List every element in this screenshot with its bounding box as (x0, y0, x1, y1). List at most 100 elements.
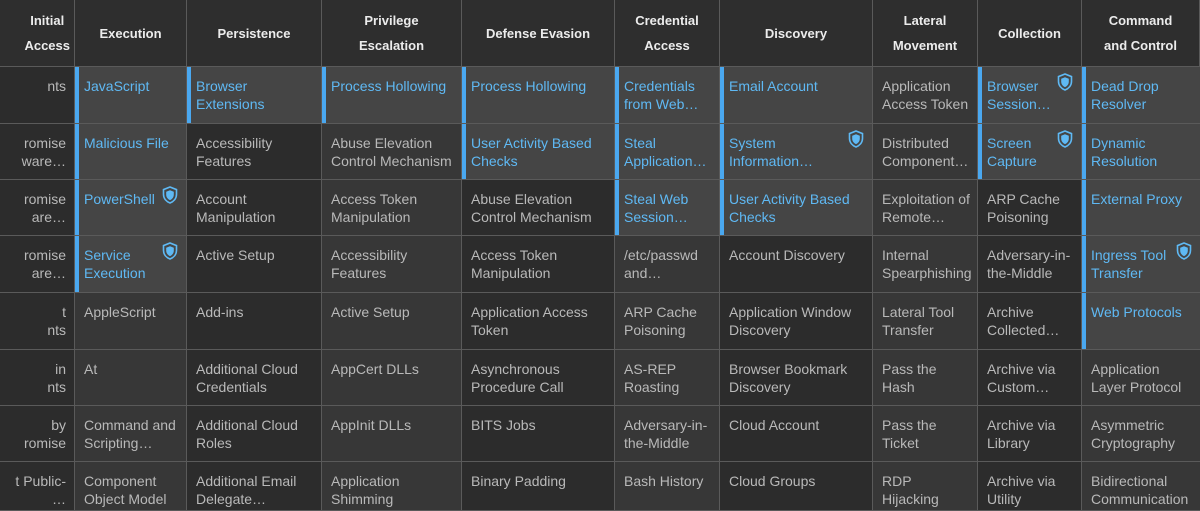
technique-cell[interactable]: Archive via Library (978, 406, 1082, 462)
technique-cell[interactable]: Lateral Tool Transfer (873, 293, 978, 350)
tactic-header-label: Discovery (764, 25, 828, 41)
technique-cell[interactable]: Account Manipulation (187, 180, 322, 236)
technique-label: Additional Cloud Credentials (196, 361, 298, 395)
tactic-header-label: Execution (99, 25, 162, 41)
technique-cell[interactable]: Browser Session… (978, 67, 1082, 124)
technique-cell[interactable]: t Public- … (0, 462, 75, 511)
technique-cell[interactable]: Accessibility Features (322, 236, 462, 293)
technique-cell[interactable]: Additional Cloud Credentials (187, 350, 322, 406)
technique-cell[interactable]: Browser Extensions (187, 67, 322, 124)
technique-cell[interactable]: Command and Scripting… (75, 406, 187, 462)
tactic-header-execution[interactable]: Execution (75, 0, 187, 67)
shield-icon (162, 242, 178, 260)
technique-cell[interactable]: ARP Cache Poisoning (615, 293, 720, 350)
technique-cell[interactable]: User Activity Based Checks (720, 180, 873, 236)
technique-cell[interactable]: PowerShell (75, 180, 187, 236)
technique-cell[interactable]: AppInit DLLs (322, 406, 462, 462)
technique-cell[interactable]: Dynamic Resolution (1082, 124, 1200, 180)
technique-cell[interactable]: Binary Padding (462, 462, 615, 511)
technique-cell[interactable]: Application Access Token (873, 67, 978, 124)
tactic-header-defense-evasion[interactable]: Defense Evasion (462, 0, 615, 67)
technique-cell[interactable]: Active Setup (322, 293, 462, 350)
technique-cell[interactable]: Application Shimming (322, 462, 462, 511)
technique-cell[interactable]: Application Access Token (462, 293, 615, 350)
technique-cell[interactable]: External Proxy (1082, 180, 1200, 236)
technique-cell[interactable]: Service Execution (75, 236, 187, 293)
technique-cell[interactable]: Access Token Manipulation (462, 236, 615, 293)
technique-label: Component Object Model (84, 473, 167, 507)
technique-label: User Activity Based Checks (471, 135, 592, 169)
technique-cell[interactable]: Ingress Tool Transfer (1082, 236, 1200, 293)
technique-cell[interactable]: Email Account (720, 67, 873, 124)
technique-cell[interactable]: Distributed Component… (873, 124, 978, 180)
technique-cell[interactable]: Archive Collected… (978, 293, 1082, 350)
technique-cell[interactable]: Malicious File (75, 124, 187, 180)
technique-cell[interactable]: RDP Hijacking (873, 462, 978, 511)
tactic-header-discovery[interactable]: Discovery (720, 0, 873, 67)
technique-cell[interactable]: JavaScript (75, 67, 187, 124)
technique-cell[interactable]: ARP Cache Poisoning (978, 180, 1082, 236)
technique-cell[interactable]: Bidirectional Communication (1082, 462, 1200, 511)
tactic-header-privilege-escalation[interactable]: Privilege Escalation (322, 0, 462, 67)
technique-cell[interactable]: Additional Cloud Roles (187, 406, 322, 462)
technique-cell[interactable]: Abuse Elevation Control Mechanism (322, 124, 462, 180)
technique-label: ARP Cache Poisoning (987, 191, 1060, 225)
technique-cell[interactable]: System Information… (720, 124, 873, 180)
technique-cell[interactable]: Dead Drop Resolver (1082, 67, 1200, 124)
technique-cell[interactable]: AS-REP Roasting (615, 350, 720, 406)
technique-cell[interactable]: Web Protocols (1082, 293, 1200, 350)
technique-cell[interactable]: Accessibility Features (187, 124, 322, 180)
technique-cell[interactable]: Exploitation of Remote… (873, 180, 978, 236)
technique-cell[interactable]: At (75, 350, 187, 406)
technique-cell[interactable]: romise ware… (0, 124, 75, 180)
technique-cell[interactable]: romise are… (0, 236, 75, 293)
technique-cell[interactable]: Add-ins (187, 293, 322, 350)
technique-label: Process Hollowing (471, 78, 587, 94)
technique-cell[interactable]: /etc/passwd and… (615, 236, 720, 293)
technique-cell[interactable]: Abuse Elevation Control Mechanism (462, 180, 615, 236)
technique-cell[interactable]: Active Setup (187, 236, 322, 293)
technique-cell[interactable]: Account Discovery (720, 236, 873, 293)
technique-label: BITS Jobs (471, 417, 536, 433)
technique-cell[interactable]: Bash History (615, 462, 720, 511)
technique-cell[interactable]: Steal Application… (615, 124, 720, 180)
technique-cell[interactable]: Cloud Groups (720, 462, 873, 511)
technique-cell[interactable]: romise are… (0, 180, 75, 236)
technique-cell[interactable]: AppCert DLLs (322, 350, 462, 406)
technique-cell[interactable]: Process Hollowing (322, 67, 462, 124)
tactic-header-initial-access[interactable]: Initial Access (0, 0, 75, 67)
technique-cell[interactable]: in nts (0, 350, 75, 406)
technique-cell[interactable]: Archive via Custom… (978, 350, 1082, 406)
technique-cell[interactable]: Component Object Model (75, 462, 187, 511)
tactic-header-credential-access[interactable]: Credential Access (615, 0, 720, 67)
technique-cell[interactable]: Application Window Discovery (720, 293, 873, 350)
technique-cell[interactable]: Adversary-in- the-Middle (615, 406, 720, 462)
technique-cell[interactable]: Asymmetric Cryptography (1082, 406, 1200, 462)
technique-cell[interactable]: Browser Bookmark Discovery (720, 350, 873, 406)
technique-cell[interactable]: Access Token Manipulation (322, 180, 462, 236)
technique-cell[interactable]: by romise (0, 406, 75, 462)
technique-cell[interactable]: Process Hollowing (462, 67, 615, 124)
shield-icon (1057, 73, 1073, 91)
technique-cell[interactable]: Additional Email Delegate… (187, 462, 322, 511)
technique-cell[interactable]: BITS Jobs (462, 406, 615, 462)
technique-cell[interactable]: User Activity Based Checks (462, 124, 615, 180)
technique-cell[interactable]: Cloud Account (720, 406, 873, 462)
technique-cell[interactable]: Asynchronous Procedure Call (462, 350, 615, 406)
tactic-header-persistence[interactable]: Persistence (187, 0, 322, 67)
technique-cell[interactable]: Steal Web Session… (615, 180, 720, 236)
technique-cell[interactable]: nts (0, 67, 75, 124)
technique-cell[interactable]: Adversary-in- the-Middle (978, 236, 1082, 293)
technique-cell[interactable]: t nts (0, 293, 75, 350)
tactic-header-lateral-movement[interactable]: Lateral Movement (873, 0, 978, 67)
technique-cell[interactable]: AppleScript (75, 293, 187, 350)
technique-cell[interactable]: Credentials from Web… (615, 67, 720, 124)
technique-cell[interactable]: Pass the Ticket (873, 406, 978, 462)
technique-cell[interactable]: Archive via Utility (978, 462, 1082, 511)
technique-cell[interactable]: Pass the Hash (873, 350, 978, 406)
tactic-header-command-and-control[interactable]: Command and Control (1082, 0, 1200, 67)
tactic-header-collection[interactable]: Collection (978, 0, 1082, 67)
technique-cell[interactable]: Internal Spearphishing (873, 236, 978, 293)
technique-cell[interactable]: Application Layer Protocol (1082, 350, 1200, 406)
technique-cell[interactable]: Screen Capture (978, 124, 1082, 180)
